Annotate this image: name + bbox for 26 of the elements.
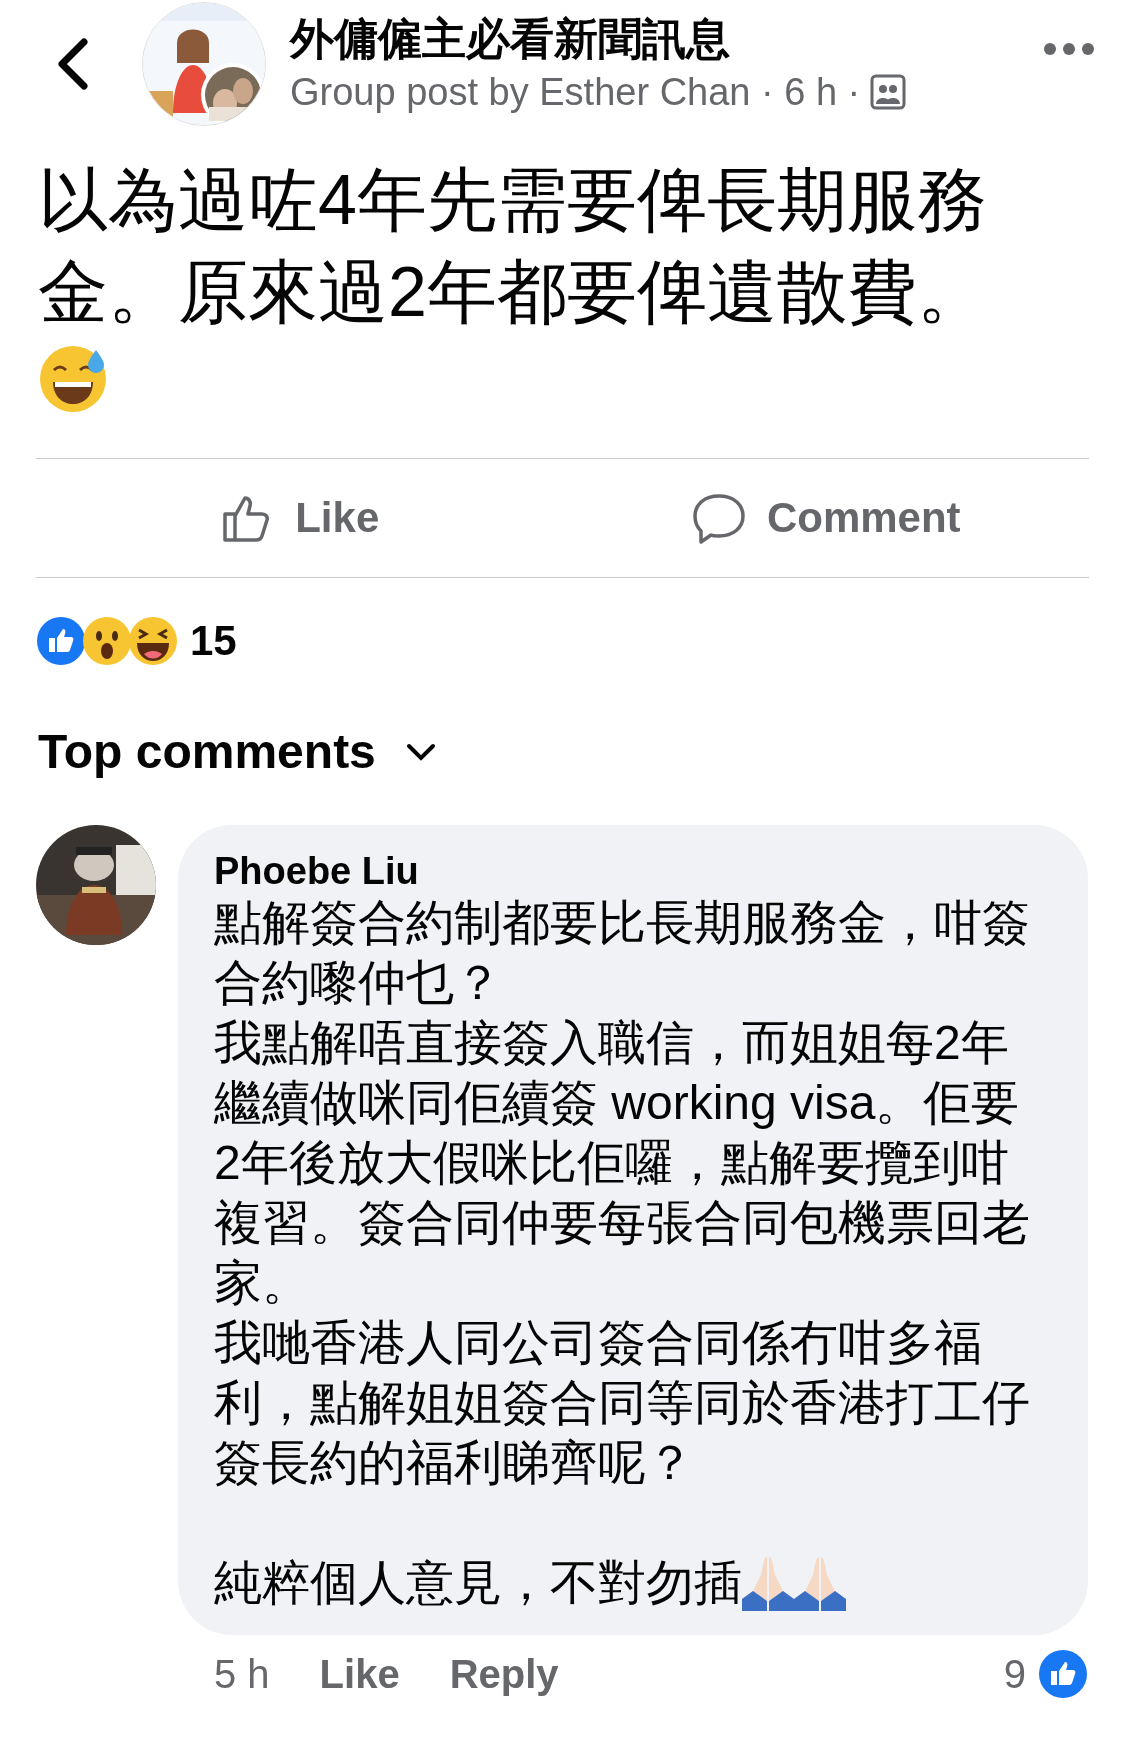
wow-reaction-icon[interactable] bbox=[82, 616, 132, 666]
like-reaction-icon[interactable] bbox=[36, 616, 86, 666]
post-text: 以為過咗4年先需要俾長期服務金。原來過2年都要俾遺散費。 bbox=[37, 160, 988, 333]
comment-text: 我哋香港人同公司簽合同係冇咁多福利，點解姐姐簽合同等同於香港打工仔簽長約的福利睇齊呢？ bbox=[214, 1315, 1031, 1491]
like-button[interactable]: Like bbox=[36, 459, 563, 577]
sort-dropdown[interactable]: Top comments bbox=[38, 724, 436, 779]
haha-reaction-icon[interactable] bbox=[128, 616, 178, 666]
chevron-down-icon bbox=[405, 741, 436, 762]
post-meta: Group post by Esther Chan · 6 h · bbox=[290, 70, 861, 115]
like-count: 9 bbox=[1003, 1651, 1026, 1697]
reply-link[interactable]: Reply bbox=[449, 1651, 559, 1697]
comment-text: 純粹個人意見，不對勿插 bbox=[214, 1555, 742, 1611]
sweat-smile-icon bbox=[38, 344, 108, 414]
comment-button[interactable]: Comment bbox=[562, 459, 1089, 577]
comment-text: 點解簽合約制都要比長期服務金，咁簽合約嚟仲乜？ bbox=[214, 895, 1031, 1011]
like-link[interactable]: Like bbox=[319, 1651, 400, 1697]
comment-text: 我點解唔直接簽入職信，而姐姐每2年繼續做咪同佢續簽 working visa。佢要2年後放大假咪比佢囉，點解要攬到咁複習。簽合同仲要每張合同包機票回老家。 bbox=[214, 1015, 1031, 1311]
comment-time: 5 h bbox=[214, 1651, 270, 1697]
more-icon[interactable] bbox=[1043, 42, 1095, 56]
group-icon bbox=[870, 74, 907, 110]
praying-hands-icon bbox=[794, 1557, 846, 1611]
like-reaction-icon bbox=[1038, 1649, 1088, 1699]
reaction-count[interactable]: 15 bbox=[190, 617, 237, 665]
praying-hands-icon bbox=[742, 1557, 794, 1611]
comment-author[interactable]: Phoebe Liu bbox=[214, 849, 1044, 893]
group-name[interactable]: 外傭僱主必看新聞訊息 bbox=[290, 13, 1043, 65]
